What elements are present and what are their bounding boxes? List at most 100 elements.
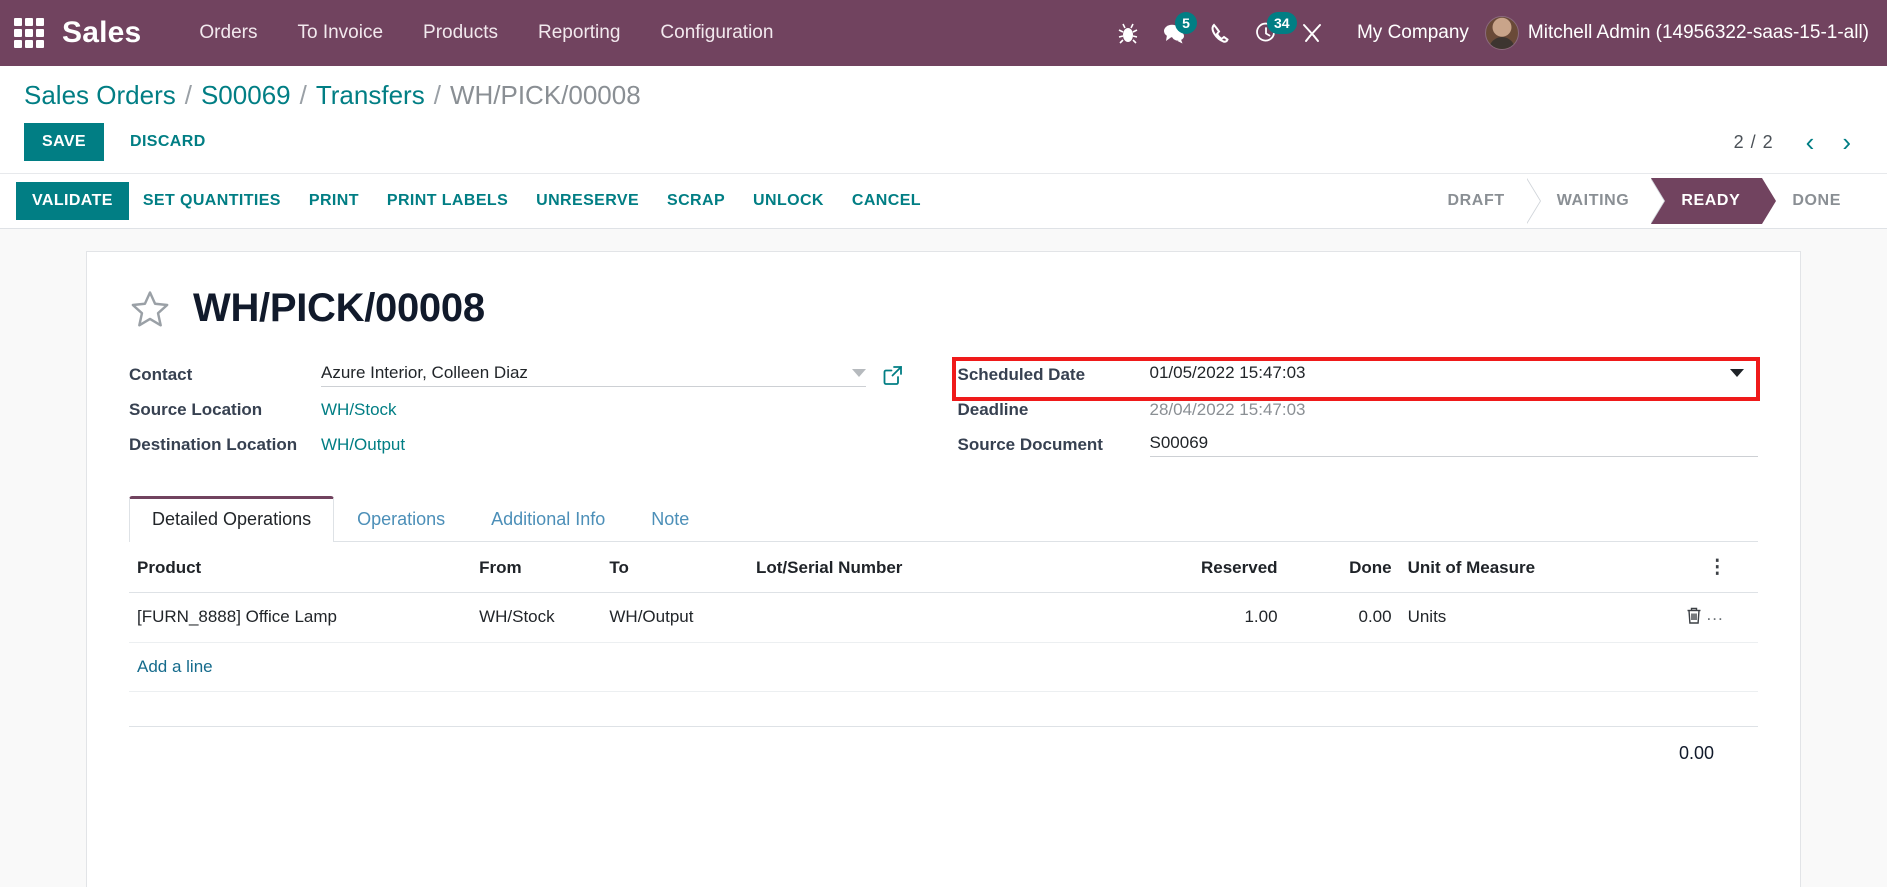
breadcrumb-item-s00069[interactable]: S00069 [201, 80, 291, 111]
detailed-operations-table: Product From To Lot/Serial Number Reserv… [129, 542, 1758, 692]
add-line-row[interactable]: Add a line [129, 642, 1758, 692]
field-value-contact: Azure Interior, Colleen Diaz [321, 363, 904, 387]
field-label-deadline: Deadline [957, 399, 1029, 419]
tab-operations[interactable]: Operations [334, 496, 468, 542]
menu-item-reporting[interactable]: Reporting [518, 12, 640, 54]
tab-detailed-operations[interactable]: Detailed Operations [129, 496, 335, 542]
pager: 2 / 2 ‹ › [1734, 127, 1863, 157]
status-stage-done[interactable]: DONE [1762, 178, 1863, 224]
notebook-tabs: Detailed Operations Operations Additiona… [129, 496, 1758, 542]
form-sheet-background: WH/PICK/00008 Contact Azure Interior, Co… [0, 229, 1887, 887]
column-product[interactable]: Product [129, 542, 472, 593]
column-from[interactable]: From [471, 542, 602, 593]
messages-icon[interactable]: 5 [1151, 10, 1197, 56]
top-navbar: Sales Orders To Invoice Products Reporti… [0, 0, 1887, 66]
field-label-destination-location: Destination Location [129, 434, 298, 454]
table-totals-row: 0.00 [129, 725, 1758, 780]
pager-next-button[interactable]: › [1830, 127, 1863, 157]
field-value-source-document: S00069 [1149, 433, 1758, 457]
tools-icon[interactable] [1289, 10, 1335, 56]
cell-lot-serial-number[interactable] [748, 592, 1107, 643]
cell-unit-of-measure[interactable]: Units [1399, 592, 1677, 643]
cell-row-actions: ... [1676, 592, 1758, 643]
print-button[interactable]: PRINT [295, 182, 373, 220]
tab-note[interactable]: Note [628, 496, 712, 542]
contact-input[interactable]: Azure Interior, Colleen Diaz [321, 363, 866, 387]
breadcrumb-item-sales-orders[interactable]: Sales Orders [24, 80, 176, 111]
column-unit-of-measure[interactable]: Unit of Measure [1399, 542, 1677, 593]
trash-icon[interactable]: ... [1685, 605, 1724, 625]
unlock-button[interactable]: UNLOCK [739, 182, 838, 220]
menu-item-orders[interactable]: Orders [179, 12, 277, 54]
column-reserved[interactable]: Reserved [1106, 542, 1286, 593]
menu-item-products[interactable]: Products [403, 12, 518, 54]
add-a-line-button[interactable]: Add a line [129, 643, 1758, 691]
pager-previous-button[interactable]: ‹ [1794, 127, 1827, 157]
status-stages: DRAFT WAITING READY DONE [1425, 178, 1863, 224]
activity-clock-icon[interactable]: 34 [1243, 10, 1297, 56]
breadcrumb-separator: / [433, 80, 441, 110]
apps-grid-icon[interactable] [14, 18, 44, 48]
cell-done[interactable]: 0.00 [1285, 592, 1400, 643]
table-row[interactable]: [FURN_8888] Office Lamp WH/Stock WH/Outp… [129, 592, 1758, 643]
validate-button[interactable]: VALIDATE [16, 182, 129, 220]
status-stage-waiting[interactable]: WAITING [1526, 178, 1665, 224]
print-labels-button[interactable]: PRINT LABELS [373, 182, 522, 220]
field-label-scheduled-date: Scheduled Date [957, 364, 1086, 384]
field-value-source-location[interactable]: WH/Stock [321, 400, 904, 420]
menu-item-to-invoice[interactable]: To Invoice [277, 12, 403, 54]
cell-from[interactable]: WH/Stock [471, 592, 602, 643]
breadcrumb-item-transfers[interactable]: Transfers [316, 80, 425, 111]
tab-additional-info[interactable]: Additional Info [468, 496, 628, 542]
column-options-dots[interactable]: ⋮ [1685, 558, 1751, 578]
set-quantities-button[interactable]: SET QUANTITIES [129, 182, 295, 220]
chevron-down-icon[interactable] [1730, 368, 1744, 377]
menu-item-configuration[interactable]: Configuration [640, 12, 793, 54]
record-title-row: WH/PICK/00008 [129, 286, 1758, 331]
row-options-dots[interactable]: ... [1707, 605, 1724, 625]
column-lot-serial-number[interactable]: Lot/Serial Number [748, 542, 1107, 593]
column-options-icon[interactable]: ⋮ [1676, 542, 1758, 593]
column-to[interactable]: To [601, 542, 748, 593]
breadcrumb-separator: / [184, 80, 192, 110]
star-outline-icon[interactable] [129, 288, 171, 330]
cancel-button[interactable]: CANCEL [838, 182, 935, 220]
field-label-source-location: Source Location [129, 399, 263, 419]
app-brand-sales[interactable]: Sales [62, 16, 141, 50]
messages-badge: 5 [1174, 12, 1197, 34]
source-document-input[interactable]: S00069 [1149, 433, 1758, 457]
field-row-deadline: Deadline 28/04/2022 15:47:03 [958, 392, 1759, 427]
total-done-value: 0.00 [1678, 742, 1714, 763]
cell-reserved[interactable]: 1.00 [1106, 592, 1286, 643]
field-row-source-document: Source Document S00069 [957, 427, 1758, 462]
field-label-source-document: Source Document [957, 434, 1103, 454]
statusbar-row: VALIDATE SET QUANTITIES PRINT PRINT LABE… [0, 173, 1887, 229]
column-done[interactable]: Done [1285, 542, 1400, 593]
status-stage-ready[interactable]: READY [1651, 178, 1777, 224]
user-menu[interactable]: Mitchell Admin (14956322-saas-15-1-all) [1528, 22, 1869, 44]
field-row-contact: Contact Azure Interior, Colleen Diaz [129, 357, 904, 392]
discard-button[interactable]: DISCARD [114, 123, 222, 161]
contact-value: Azure Interior, Colleen Diaz [321, 362, 528, 382]
phone-icon[interactable] [1197, 10, 1243, 56]
save-button[interactable]: SAVE [24, 123, 104, 161]
bug-icon[interactable] [1105, 10, 1151, 56]
status-stage-draft[interactable]: DRAFT [1425, 178, 1541, 224]
field-value-destination-location[interactable]: WH/Output [321, 435, 904, 455]
avatar[interactable] [1484, 16, 1519, 50]
pager-value: 2 / 2 [1733, 131, 1774, 152]
company-switcher[interactable]: My Company [1335, 22, 1485, 44]
notebook: Detailed Operations Operations Additiona… [129, 496, 1758, 780]
field-row-destination-location: Destination Location WH/Output [129, 427, 904, 462]
scheduled-date-input[interactable]: 01/05/2022 15:47:03 [1150, 363, 1759, 387]
cell-product[interactable]: [FURN_8888] Office Lamp [129, 592, 472, 643]
chevron-down-icon[interactable] [851, 368, 866, 377]
control-panel: Sales Orders / S00069 / Transfers / WH/P… [0, 66, 1887, 229]
scheduled-date-value: 01/05/2022 15:47:03 [1149, 362, 1306, 382]
unreserve-button[interactable]: UNRESERVE [522, 182, 653, 220]
cell-to[interactable]: WH/Output [601, 592, 748, 643]
field-label-contact: Contact [129, 364, 193, 384]
external-link-icon[interactable] [882, 364, 904, 386]
scrap-button[interactable]: SCRAP [653, 182, 739, 220]
navbar-systray: 5 34 My Company Mitchell Admin (14956322… [1105, 10, 1869, 56]
